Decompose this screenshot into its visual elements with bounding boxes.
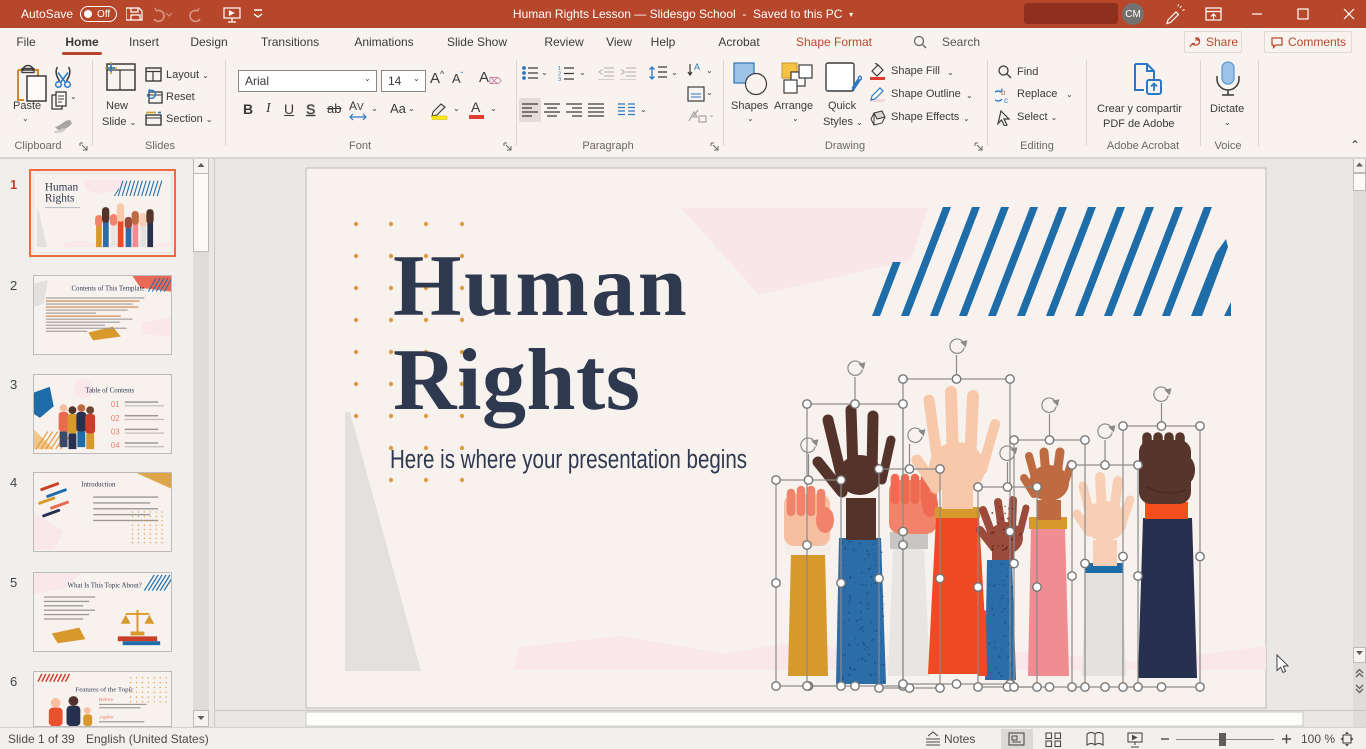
- svg-text:Notes: Notes: [944, 732, 975, 746]
- svg-text:100 %: 100 %: [1301, 732, 1335, 746]
- svg-text:Table of Contents: Table of Contents: [85, 388, 134, 395]
- svg-text:Human: Human: [393, 238, 689, 335]
- svg-text:03: 03: [111, 428, 120, 437]
- svg-text:02: 02: [111, 414, 120, 423]
- svg-text:A: A: [694, 62, 700, 72]
- svg-text:01: 01: [111, 400, 120, 409]
- svg-text:Introduction: Introduction: [81, 482, 116, 489]
- svg-text:Rights: Rights: [393, 332, 641, 429]
- svg-text:Jupiter: Jupiter: [99, 714, 114, 720]
- svg-text:Contents of This Template: Contents of This Template: [71, 286, 144, 293]
- svg-text:c: c: [1004, 96, 1008, 104]
- svg-text:Here is where your presentatio: Here is where your presentation begins: [390, 445, 747, 474]
- svg-text:What Is This Topic About?: What Is This Topic About?: [68, 583, 142, 590]
- svg-text:3: 3: [558, 77, 561, 81]
- svg-text:Before: Before: [99, 697, 114, 703]
- svg-text:Rights: Rights: [45, 192, 75, 204]
- svg-text:Features of the Topic: Features of the Topic: [75, 686, 133, 693]
- svg-text:04: 04: [111, 441, 120, 450]
